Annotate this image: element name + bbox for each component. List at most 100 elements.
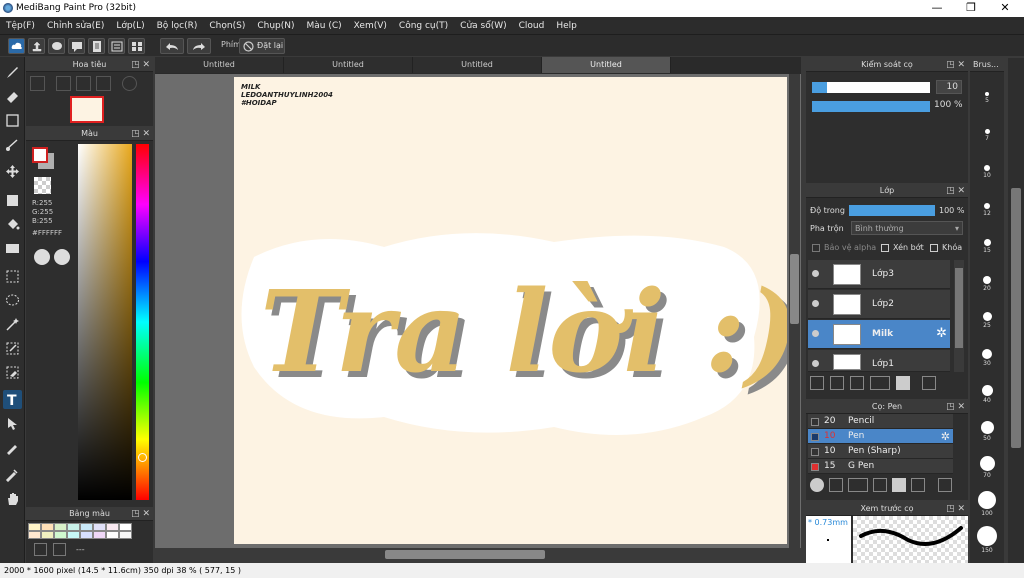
panel-close-icon[interactable]: ◳ ✕ bbox=[946, 58, 965, 72]
tab-untitled-2[interactable]: Untitled bbox=[284, 57, 413, 73]
comment-icon[interactable] bbox=[48, 38, 65, 54]
palette-swatch[interactable] bbox=[67, 531, 80, 539]
tab-untitled-3[interactable]: Untitled bbox=[413, 57, 542, 73]
undo-button[interactable] bbox=[160, 38, 184, 54]
text-tool-icon[interactable]: T bbox=[3, 390, 22, 409]
folder-icon[interactable] bbox=[892, 478, 906, 492]
eye-icon[interactable] bbox=[812, 270, 819, 277]
layer-list-scrollbar[interactable] bbox=[954, 260, 964, 372]
palette-swatch[interactable] bbox=[106, 531, 119, 539]
palette-swatch[interactable] bbox=[54, 523, 67, 531]
brush-item[interactable]: 20 Pencil bbox=[808, 414, 953, 429]
brush-item[interactable]: 10 Pen (Sharp) bbox=[808, 444, 953, 459]
brush-item[interactable]: 10 Pen ✲ bbox=[808, 429, 953, 444]
add-layer-menu-icon[interactable] bbox=[870, 376, 890, 390]
hue-handle[interactable] bbox=[138, 453, 147, 462]
palette-swatch[interactable] bbox=[80, 523, 93, 531]
maximize-button[interactable]: ❐ bbox=[954, 0, 988, 17]
document-icon[interactable] bbox=[88, 38, 105, 54]
layer-row[interactable]: Lớp2 bbox=[808, 290, 950, 319]
right-scrollbar[interactable] bbox=[1008, 58, 1024, 563]
layer-row[interactable]: Milk ✲ bbox=[808, 320, 950, 349]
transparent-color-swatch[interactable] bbox=[34, 177, 51, 194]
clip-checkbox[interactable] bbox=[881, 244, 889, 252]
gear-icon[interactable]: ✲ bbox=[936, 326, 947, 341]
eye-icon[interactable] bbox=[812, 360, 819, 367]
menu-file[interactable]: Tệp(F) bbox=[0, 21, 41, 31]
tab-untitled-1[interactable]: Untitled bbox=[155, 57, 284, 73]
menu-select[interactable]: Chọn(S) bbox=[203, 21, 251, 31]
delete-palette-icon[interactable] bbox=[53, 543, 66, 556]
move-tool-icon[interactable] bbox=[3, 162, 22, 181]
brush-size-option[interactable]: 50 bbox=[972, 414, 1002, 442]
menu-snap[interactable]: Chụp(N) bbox=[251, 21, 300, 31]
menu-layer[interactable]: Lớp(L) bbox=[110, 21, 150, 31]
brush-size-option[interactable]: 12 bbox=[972, 189, 1002, 217]
lock-checkbox[interactable] bbox=[930, 244, 938, 252]
menu-cloud[interactable]: Cloud bbox=[513, 21, 551, 31]
horizontal-scroll-thumb[interactable] bbox=[385, 550, 545, 559]
palette-swatch[interactable] bbox=[119, 523, 132, 531]
vertical-scrollbar[interactable] bbox=[789, 74, 800, 549]
upload-icon[interactable] bbox=[28, 38, 45, 54]
brush-size-option[interactable]: 20 bbox=[972, 264, 1002, 292]
cloud-icon[interactable] bbox=[8, 38, 25, 54]
palette-swatch[interactable] bbox=[93, 523, 106, 531]
drawing-canvas[interactable]: MILK LEDOANTHUYLINH2004 #HOIDAP Tra lời … bbox=[234, 77, 787, 544]
panel-close-icon[interactable]: ◳ ✕ bbox=[131, 127, 150, 141]
panel-close-icon[interactable]: ◳ ✕ bbox=[946, 184, 965, 198]
menu-filter[interactable]: Bộ lọc(R) bbox=[151, 21, 204, 31]
brush-settings-icon[interactable] bbox=[873, 478, 887, 492]
palette-swatch[interactable] bbox=[119, 531, 132, 539]
message-icon[interactable] bbox=[68, 38, 85, 54]
palette-swatch[interactable] bbox=[93, 531, 106, 539]
brush-size-option[interactable]: 150 bbox=[972, 526, 1002, 554]
palette-swatch[interactable] bbox=[41, 523, 54, 531]
bucket-icon[interactable] bbox=[3, 215, 22, 234]
opacity-slider[interactable] bbox=[812, 101, 930, 112]
layer-row[interactable]: Lớp3 bbox=[808, 260, 950, 289]
zoom-reset-icon[interactable] bbox=[30, 76, 45, 91]
magic-wand-icon[interactable] bbox=[3, 315, 22, 334]
size-value[interactable]: 10 bbox=[936, 80, 962, 94]
brush-size-option[interactable]: 5 bbox=[972, 76, 1002, 104]
brush-size-option[interactable]: 100 bbox=[972, 489, 1002, 517]
hand-tool-icon[interactable] bbox=[3, 489, 22, 508]
zoom-out-icon[interactable] bbox=[96, 76, 111, 91]
navigator-thumbnail[interactable] bbox=[70, 96, 104, 123]
hue-slider[interactable] bbox=[136, 144, 149, 500]
size-slider[interactable] bbox=[812, 82, 930, 93]
saturation-value-picker[interactable] bbox=[78, 144, 132, 500]
palette-swatch[interactable] bbox=[28, 523, 41, 531]
layer-row[interactable]: Lớp1 bbox=[808, 350, 950, 372]
new-palette-icon[interactable] bbox=[34, 543, 47, 556]
eye-icon[interactable] bbox=[812, 330, 819, 337]
eyedropper-icon[interactable] bbox=[3, 465, 22, 484]
grid-icon[interactable] bbox=[128, 38, 145, 54]
fit-window-icon[interactable] bbox=[76, 76, 91, 91]
select-rect-icon[interactable] bbox=[3, 267, 22, 286]
blend-select[interactable]: Bình thường ▾ bbox=[851, 221, 963, 235]
panel-close-icon[interactable]: ◳ ✕ bbox=[131, 58, 150, 72]
reset-button[interactable]: Đặt lại bbox=[239, 38, 285, 54]
duplicate-layer-icon[interactable] bbox=[922, 376, 936, 390]
palette-icon[interactable] bbox=[34, 249, 50, 265]
menu-view[interactable]: Xem(V) bbox=[348, 21, 393, 31]
menu-color[interactable]: Màu (C) bbox=[301, 21, 348, 31]
eraser-tool-icon[interactable] bbox=[3, 87, 22, 106]
duplicate-brush-icon[interactable] bbox=[911, 478, 925, 492]
palette-swatch[interactable] bbox=[28, 531, 41, 539]
eye-icon[interactable] bbox=[812, 300, 819, 307]
menu-window[interactable]: Cửa sổ(W) bbox=[454, 21, 512, 31]
brush-size-option[interactable]: 40 bbox=[972, 376, 1002, 404]
right-scroll-thumb[interactable] bbox=[1011, 188, 1021, 448]
gear-icon[interactable]: ✲ bbox=[941, 429, 950, 444]
layer-opacity-slider[interactable] bbox=[849, 205, 935, 216]
new-brush-icon[interactable] bbox=[829, 478, 843, 492]
protect-alpha-checkbox[interactable] bbox=[812, 244, 820, 252]
brush-size-option[interactable]: 25 bbox=[972, 301, 1002, 329]
select-eraser-icon[interactable] bbox=[3, 363, 22, 382]
palette-add-icon[interactable] bbox=[54, 249, 70, 265]
brush-size-option[interactable]: 15 bbox=[972, 226, 1002, 254]
blur-tool-icon[interactable] bbox=[3, 438, 22, 457]
